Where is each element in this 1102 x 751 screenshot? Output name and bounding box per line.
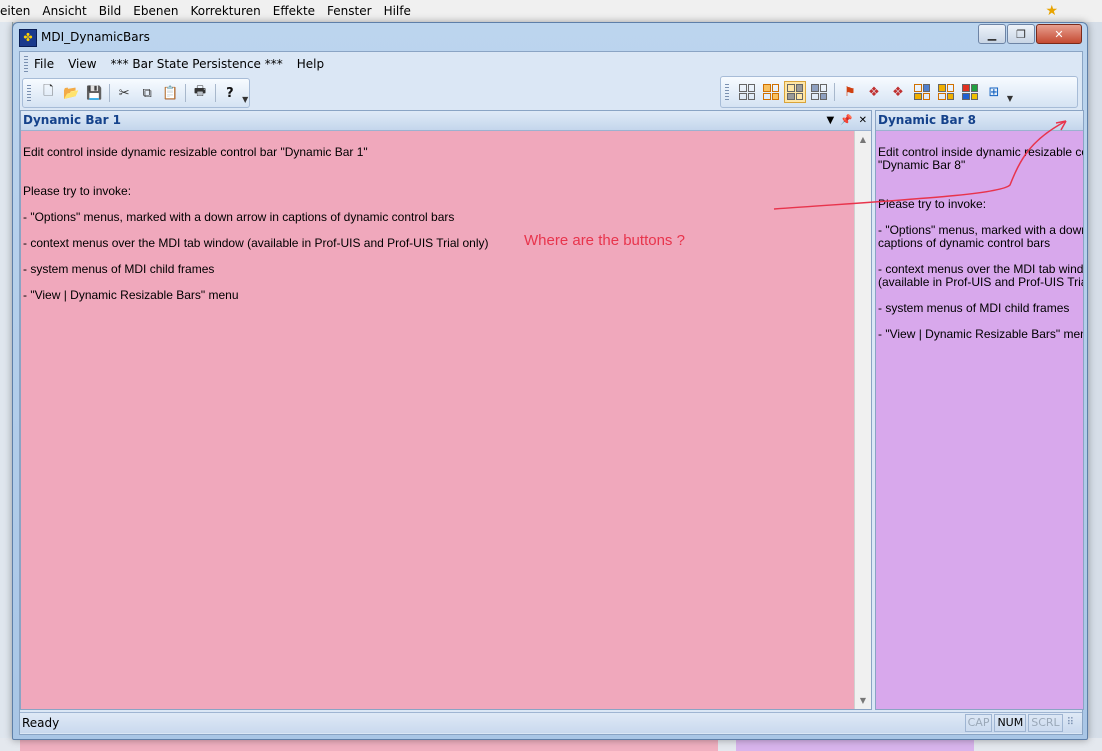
cut-icon[interactable]: ✂ (114, 82, 135, 104)
minimize-button[interactable]: ▁ (978, 24, 1006, 44)
theme-2-icon[interactable] (760, 81, 782, 103)
text-line: Edit control inside dynamic resizable co… (878, 145, 1083, 172)
pane-caption[interactable]: Dynamic Bar 1 ▼ 📌 ✕ (21, 111, 871, 131)
close-icon[interactable]: ✕ (859, 111, 867, 130)
scroll-down-icon[interactable]: ▼ (855, 696, 871, 705)
text-line: - context menus over the MDI tab window … (23, 236, 489, 250)
vertical-scrollbar[interactable]: ▲ ▼ (854, 131, 871, 709)
close-button[interactable]: ✕ (1036, 24, 1082, 44)
window-title: MDI_DynamicBars (41, 30, 150, 44)
pane-title: Dynamic Bar 1 (23, 113, 122, 127)
help-icon[interactable]: ? (219, 82, 240, 104)
dynamic-bar-8: Dynamic Bar 8 Edit control inside dynami… (875, 110, 1084, 710)
restore-button[interactable]: ❐ (1007, 24, 1035, 44)
theme-5-icon[interactable] (911, 81, 933, 103)
app-icon[interactable]: ✤ (19, 29, 37, 47)
host-menu-item[interactable]: Hilfe (384, 4, 411, 18)
toolbar-grip[interactable] (27, 85, 31, 101)
status-text: Ready (22, 716, 60, 730)
text-line: - "Options" menus, marked with a down ar… (878, 223, 1083, 250)
print-icon[interactable]: 🖶 (190, 82, 211, 104)
text-line: - system menus of MDI child frames (23, 262, 215, 276)
num-indicator: NUM (994, 714, 1027, 732)
host-menu-item[interactable]: Bild (99, 4, 122, 18)
theme-7-icon[interactable] (959, 81, 981, 103)
copy-icon[interactable]: ⧉ (137, 82, 158, 104)
caption-buttons: ▼ 📌 ✕ (820, 111, 867, 130)
menu-file[interactable]: File (34, 57, 54, 71)
host-menu-item[interactable]: eiten (0, 4, 30, 18)
host-menu-item[interactable]: Ansicht (42, 4, 86, 18)
menu-view[interactable]: View (68, 57, 96, 71)
edit-control[interactable]: Edit control inside dynamic resizable co… (21, 131, 855, 709)
host-menu-item[interactable]: Effekte (273, 4, 315, 18)
window-controls: ▁ ❐ ✕ (977, 24, 1082, 44)
host-menu-item[interactable]: Ebenen (133, 4, 178, 18)
theme-4-icon[interactable] (808, 81, 830, 103)
text-line: - "Options" menus, marked with a down ar… (23, 210, 455, 224)
dynamic-bar-1: Dynamic Bar 1 ▼ 📌 ✕ Edit control inside … (20, 110, 872, 710)
host-menu-item[interactable]: Fenster (327, 4, 372, 18)
menubar-grip[interactable] (24, 56, 28, 72)
menu-bar-state-persistence[interactable]: *** Bar State Persistence *** (111, 57, 283, 71)
theme-windows-icon[interactable]: ⊞ (983, 81, 1005, 103)
text-line: - "View | Dynamic Resizable Bars" menu (23, 288, 239, 302)
client-area: File View *** Bar State Persistence *** … (19, 51, 1084, 735)
options-arrow-icon[interactable]: ▼ (826, 111, 834, 130)
text-line: - context menus over the MDI tab window … (878, 262, 1083, 289)
save-icon[interactable]: 💾 (84, 82, 105, 104)
app-window: ✤ MDI_DynamicBars ▁ ❐ ✕ File View *** Ba… (12, 22, 1088, 740)
menu-help[interactable]: Help (297, 57, 324, 71)
edit-control[interactable]: Edit control inside dynamic resizable co… (876, 131, 1083, 709)
text-line: Edit control inside dynamic resizable co… (23, 145, 368, 159)
resize-grip-icon[interactable]: ⠿ (1067, 714, 1074, 732)
status-bar: Ready CAP NUM SCRL ⠿ (20, 712, 1082, 733)
theme-6-icon[interactable] (935, 81, 957, 103)
cap-indicator: CAP (964, 714, 993, 732)
text-line: - system menus of MDI child frames (878, 301, 1070, 315)
theme-xp-icon[interactable]: ⚑ (839, 81, 861, 103)
theme-3-icon[interactable] (784, 81, 806, 103)
new-icon[interactable]: 🗋 (38, 82, 59, 104)
menubar: File View *** Bar State Persistence *** … (20, 52, 1082, 76)
toolbar-overflow-icon[interactable]: ▼ (1006, 81, 1014, 103)
paste-icon[interactable]: 📋 (160, 82, 181, 104)
themes-toolbar: ⚑ ❖ ❖ ⊞ ▼ (720, 76, 1078, 108)
pin-icon[interactable]: 📌 (840, 111, 852, 130)
star-icon: ★ (1045, 3, 1058, 19)
toolbar-grip[interactable] (725, 84, 729, 100)
pane-title: Dynamic Bar 8 (878, 113, 977, 127)
toolbar-separator (214, 84, 216, 102)
scrl-indicator: SCRL (1028, 714, 1063, 732)
toolbar-separator (108, 84, 110, 102)
pane-caption[interactable]: Dynamic Bar 8 (876, 111, 1083, 131)
theme-office-8-icon[interactable]: ❖ (863, 81, 885, 103)
scroll-up-icon[interactable]: ▲ (855, 135, 871, 144)
host-menu-item[interactable]: Korrekturen (190, 4, 260, 18)
theme-1-icon[interactable] (736, 81, 758, 103)
annotation-text: Where are the buttons ? (524, 232, 685, 249)
toolbar-separator (184, 84, 186, 102)
standard-toolbar: 🗋 📂 💾 ✂ ⧉ 📋 🖶 ? ▼ (22, 78, 250, 108)
text-line: - "View | Dynamic Resizable Bars" menu (878, 327, 1083, 341)
text-line: Please try to invoke: (878, 197, 987, 211)
host-right-panel (1086, 22, 1102, 751)
title-bar[interactable]: ✤ MDI_DynamicBars ▁ ❐ ✕ (13, 23, 1087, 51)
open-icon[interactable]: 📂 (61, 82, 82, 104)
text-line: Please try to invoke: (23, 184, 132, 198)
status-indicators: CAP NUM SCRL ⠿ (963, 714, 1074, 732)
toolbar-separator (834, 83, 835, 101)
toolbar-overflow-icon[interactable]: ▼ (241, 82, 249, 104)
host-menubar: eiten Ansicht Bild Ebenen Korrekturen Ef… (0, 0, 1102, 23)
theme-office-5-icon[interactable]: ❖ (887, 81, 909, 103)
